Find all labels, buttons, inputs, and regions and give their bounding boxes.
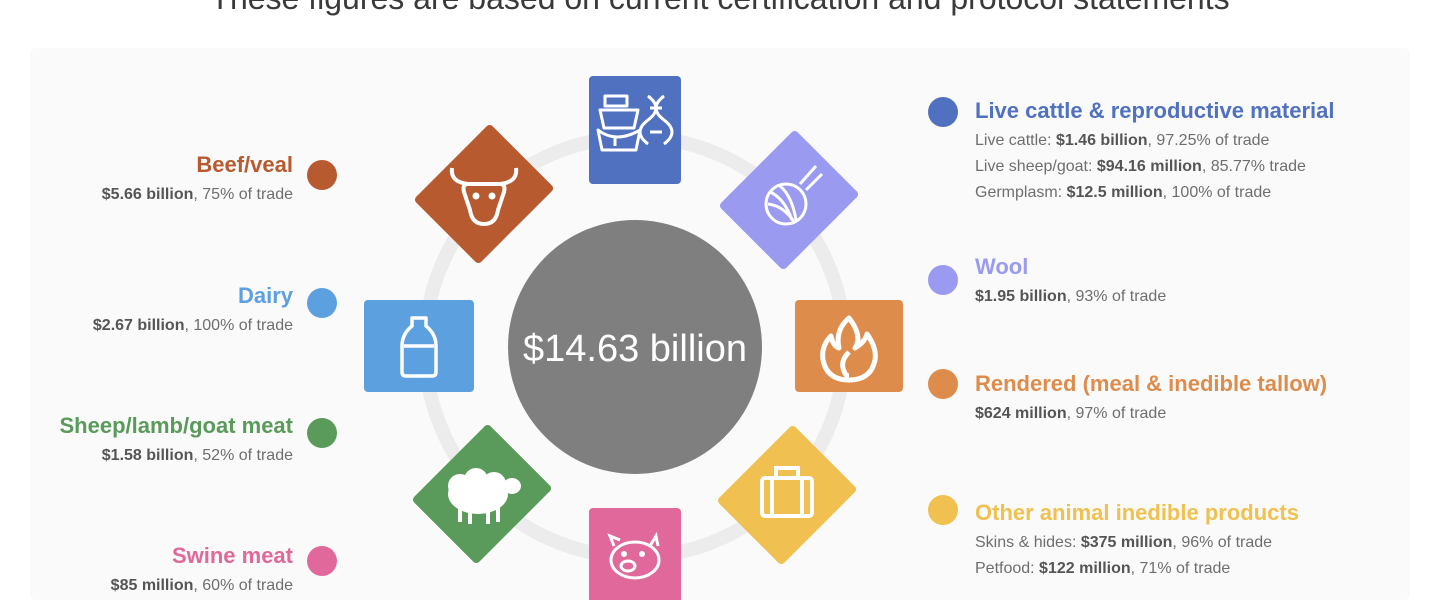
legend-title: Other animal inedible products xyxy=(975,500,1299,525)
legend-line: Germplasm: $12.5 million, 100% of trade xyxy=(975,184,1272,201)
legend-line: $624 million, 97% of trade xyxy=(975,405,1167,422)
legend-title: Rendered (meal & inedible tallow) xyxy=(975,371,1328,396)
category-tile-dairy xyxy=(364,300,474,392)
legend-line: Live cattle: $1.46 billion, 97.25% of tr… xyxy=(975,132,1270,149)
legend-line: $1.58 billion, 52% of trade xyxy=(101,447,293,464)
legend-line: $5.66 billion, 75% of trade xyxy=(101,186,293,203)
legend-title: Swine meat xyxy=(171,543,293,568)
legend-line: Skins & hides: $375 million, 96% of trad… xyxy=(975,534,1273,551)
legend-dot-swine xyxy=(307,546,337,576)
legend-dot-other xyxy=(928,495,958,525)
legend-title: Live cattle & reproductive material xyxy=(975,98,1335,123)
legend-title: Wool xyxy=(975,254,1029,279)
legend-title: Beef/veal xyxy=(196,152,293,177)
legend-wool: Wool $1.95 billion, 93% of trade xyxy=(975,254,1166,306)
legend-beef: Beef/veal $5.66 billion, 75% of trade xyxy=(102,152,293,204)
total-value: $14.63 billion xyxy=(523,327,747,370)
legend-dot-sheep xyxy=(307,418,337,448)
legend-line: $85 million, 60% of trade xyxy=(110,577,293,594)
legend-dot-wool xyxy=(928,265,958,295)
legend-cattle: Live cattle & reproductive material Live… xyxy=(975,98,1334,202)
legend-line: Live sheep/goat: $94.16 million, 85.77% … xyxy=(975,158,1306,175)
legend-dot-beef xyxy=(307,160,337,190)
legend-other: Other animal inedible products Skins & h… xyxy=(975,500,1299,578)
legend-dot-cattle xyxy=(928,97,958,127)
legend-line: $2.67 billion, 100% of trade xyxy=(92,317,293,334)
category-tile-cattle xyxy=(589,76,681,184)
legend-title: Sheep/lamb/goat meat xyxy=(59,413,293,438)
category-tile-swine xyxy=(589,508,681,600)
legend-sheep: Sheep/lamb/goat meat $1.58 billion, 52% … xyxy=(59,413,293,465)
legend-dairy: Dairy $2.67 billion, 100% of trade xyxy=(93,283,293,335)
legend-swine: Swine meat $85 million, 60% of trade xyxy=(111,543,293,595)
legend-line: $1.95 billion, 93% of trade xyxy=(975,288,1167,305)
legend-dot-dairy xyxy=(307,288,337,318)
legend-dot-rendered xyxy=(928,369,958,399)
legend-rendered: Rendered (meal & inedible tallow) $624 m… xyxy=(975,371,1327,423)
legend-title: Dairy xyxy=(237,283,293,308)
category-tile-rendered xyxy=(795,300,903,392)
legend-line: Petfood: $122 million, 71% of trade xyxy=(975,560,1231,577)
